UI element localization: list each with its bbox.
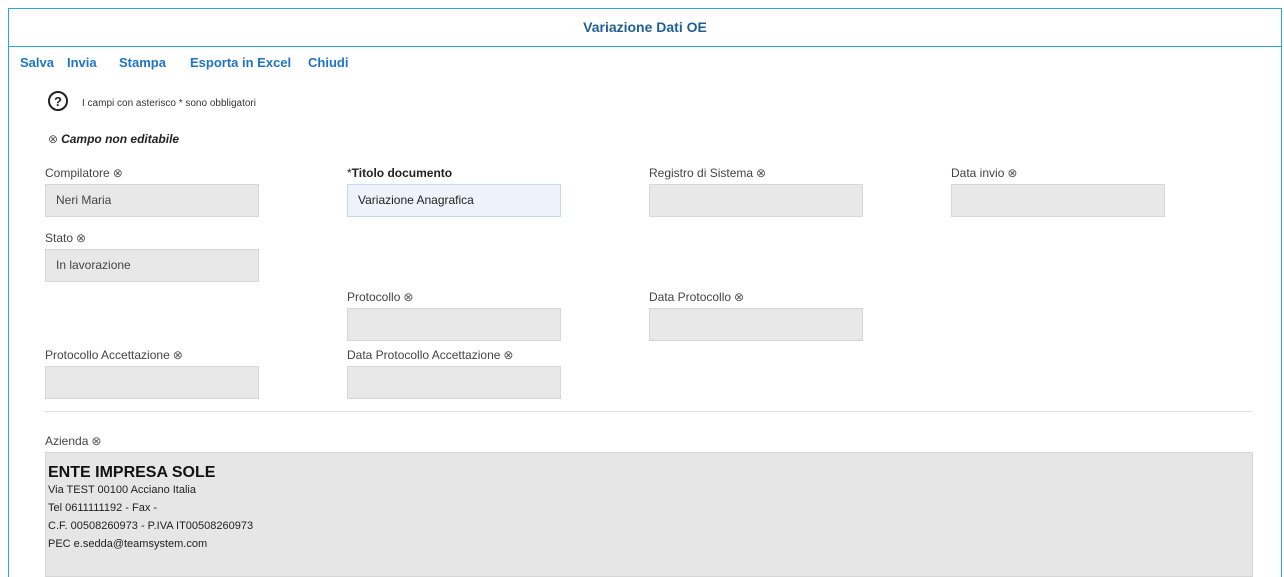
close-button[interactable]: Chiudi: [308, 55, 348, 70]
legend-text: Campo non editabile: [61, 132, 180, 146]
not-editable-icon: ⊗: [91, 434, 102, 448]
azienda-label: Azienda ⊗: [45, 434, 102, 448]
titolo-documento-input[interactable]: Variazione Anagrafica: [347, 184, 561, 217]
not-editable-icon: ⊗: [48, 132, 59, 146]
azienda-panel: ENTE IMPRESA SOLE Via TEST 00100 Acciano…: [45, 452, 1253, 577]
protocollo-accettazione-label: Protocollo Accettazione ⊗: [45, 348, 183, 362]
data-protocollo-accettazione-field: [347, 366, 561, 399]
data-protocollo-label: Data Protocollo ⊗: [649, 290, 745, 304]
company-tax-ids: C.F. 00508260973 - P.IVA IT00508260973: [48, 520, 254, 532]
print-button[interactable]: Stampa: [119, 55, 166, 70]
send-button[interactable]: Invia: [67, 55, 97, 70]
registro-sistema-label: Registro di Sistema ⊗: [649, 166, 767, 180]
required-fields-note: I campi con asterisco * sono obbligatori: [82, 98, 256, 109]
data-protocollo-accettazione-label: Data Protocollo Accettazione ⊗: [347, 348, 514, 362]
not-editable-icon: ⊗: [1007, 166, 1018, 180]
dialog-title: Variazione Dati OE: [9, 9, 1281, 47]
not-editable-icon: ⊗: [756, 166, 767, 180]
stato-field: In lavorazione: [45, 249, 259, 282]
save-button[interactable]: Salva: [20, 55, 54, 70]
data-invio-field: [951, 184, 1165, 217]
company-name: ENTE IMPRESA SOLE: [48, 464, 216, 481]
protocollo-accettazione-field: [45, 366, 259, 399]
not-editable-icon: ⊗: [734, 290, 745, 304]
company-phone: Tel 0611111192 - Fax -: [48, 502, 158, 514]
titolo-documento-label: *Titolo documento: [347, 166, 453, 180]
compilatore-label: Compilatore ⊗: [45, 166, 123, 180]
company-address: Via TEST 00100 Acciano Italia: [48, 484, 196, 496]
company-pec: PEC e.sedda@teamsystem.com: [48, 538, 208, 550]
compilatore-field: Neri Maria: [45, 184, 259, 217]
export-excel-button[interactable]: Esporta in Excel: [190, 55, 291, 70]
section-divider: [45, 411, 1253, 412]
protocollo-label: Protocollo ⊗: [347, 290, 414, 304]
not-editable-icon: ⊗: [403, 290, 414, 304]
data-invio-label: Data invio ⊗: [951, 166, 1018, 180]
protocollo-field: [347, 308, 561, 341]
not-editable-icon: ⊗: [112, 166, 123, 180]
non-editable-legend: ⊗ Campo non editabile: [48, 132, 179, 146]
not-editable-icon: ⊗: [503, 348, 514, 362]
not-editable-icon: ⊗: [172, 348, 183, 362]
registro-sistema-field: [649, 184, 863, 217]
not-editable-icon: ⊗: [76, 231, 87, 245]
stato-label: Stato ⊗: [45, 231, 87, 245]
data-protocollo-field: [649, 308, 863, 341]
help-icon[interactable]: ?: [48, 91, 68, 111]
